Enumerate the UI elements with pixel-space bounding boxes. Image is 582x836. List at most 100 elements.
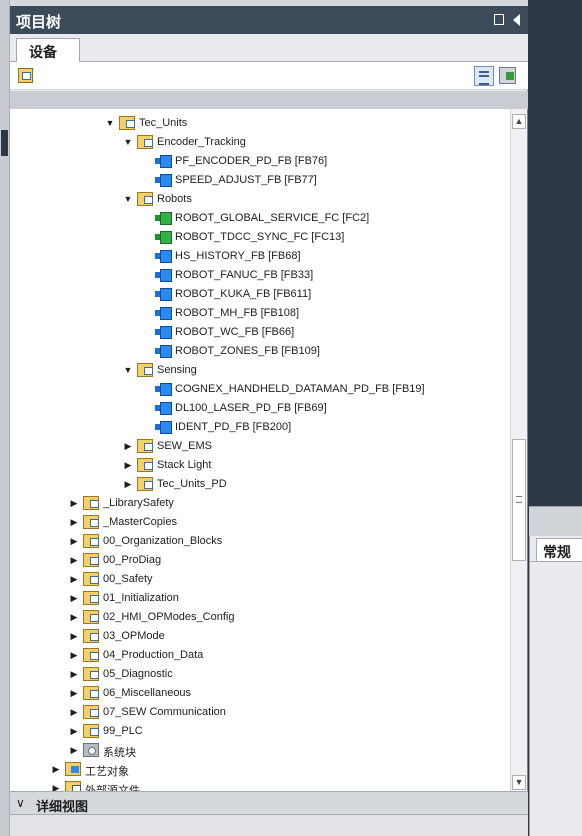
editor-area-background: [529, 0, 582, 506]
tree-item-folder[interactable]: ▶ Tec_Units_PD: [10, 475, 510, 494]
function-block-icon: [155, 173, 172, 187]
tree-item-block[interactable]: DL100_LASER_PD_FB [FB69]: [10, 399, 510, 418]
expand-right-icon[interactable]: ▶: [69, 688, 79, 698]
expand-right-icon[interactable]: ▶: [69, 498, 79, 508]
panel-title: 项目树: [16, 14, 62, 31]
tree-item-block[interactable]: SPEED_ADJUST_FB [FB77]: [10, 171, 510, 190]
panel-title-bar: 项目树: [10, 6, 528, 34]
folder-icon: [83, 496, 99, 510]
expand-down-icon[interactable]: ▼: [123, 137, 133, 147]
tree-item-folder[interactable]: ▶ 工艺对象: [10, 760, 510, 779]
expand-right-icon[interactable]: ▶: [69, 650, 79, 660]
tree-item-folder[interactable]: ▶ 01_Initialization: [10, 589, 510, 608]
inspector-divider[interactable]: [529, 506, 582, 536]
tree-item-label: COGNEX_HANDHELD_DATAMAN_PD_FB [FB19]: [175, 383, 425, 395]
float-panel-icon[interactable]: [494, 14, 504, 25]
collapse-panel-icon[interactable]: [513, 14, 520, 26]
tree-item-folder[interactable]: ▶ 系统块: [10, 741, 510, 760]
tree-item-block[interactable]: ROBOT_FANUC_FB [FB33]: [10, 266, 510, 285]
expand-right-icon[interactable]: ▶: [69, 707, 79, 717]
function-block-icon: [155, 287, 172, 301]
expand-right-icon[interactable]: ▶: [69, 612, 79, 622]
add-group-icon[interactable]: [18, 68, 33, 83]
tree-item-block[interactable]: ROBOT_WC_FB [FB66]: [10, 323, 510, 342]
tree-item-folder[interactable]: ▶ 04_Production_Data: [10, 646, 510, 665]
tree-item-block[interactable]: HS_HISTORY_FB [FB68]: [10, 247, 510, 266]
system-block-icon: [83, 743, 99, 757]
expand-right-icon[interactable]: ▶: [69, 574, 79, 584]
tree-item-label: 00_ProDiag: [103, 554, 162, 566]
tree-item-folder[interactable]: ▼ Robots: [10, 190, 510, 209]
expand-right-icon[interactable]: ▶: [51, 783, 61, 791]
tab-general[interactable]: 常规: [536, 538, 582, 562]
tree-item-folder[interactable]: ▶ 00_Safety: [10, 570, 510, 589]
tab-devices[interactable]: 设备: [16, 38, 80, 63]
expand-right-icon[interactable]: ▶: [69, 745, 79, 755]
tree-item-folder[interactable]: ▶ 05_Diagnostic: [10, 665, 510, 684]
save-layout-icon[interactable]: [499, 67, 516, 84]
tree-item-folder[interactable]: ▶ _MasterCopies: [10, 513, 510, 532]
left-edge-marker: [1, 130, 8, 156]
tree-item-block[interactable]: ROBOT_TDCC_SYNC_FC [FC13]: [10, 228, 510, 247]
tree-item-label: ROBOT_TDCC_SYNC_FC [FC13]: [175, 231, 345, 243]
tree-item-block[interactable]: ROBOT_MH_FB [FB108]: [10, 304, 510, 323]
expand-right-icon[interactable]: ▶: [51, 764, 61, 774]
tree-item-folder[interactable]: ▶ SEW_EMS: [10, 437, 510, 456]
expand-right-icon[interactable]: ▶: [123, 441, 133, 451]
tree-item-block[interactable]: ROBOT_KUKA_FB [FB611]: [10, 285, 510, 304]
expand-right-icon[interactable]: ▶: [69, 536, 79, 546]
tree-item-folder[interactable]: ▶ _LibrarySafety: [10, 494, 510, 513]
folder-icon: [83, 667, 99, 681]
expand-down-icon[interactable]: ▼: [123, 365, 133, 375]
expand-right-icon[interactable]: ▶: [123, 479, 133, 489]
tree-item-folder[interactable]: ▶ 06_Miscellaneous: [10, 684, 510, 703]
list-view-icon[interactable]: [474, 66, 494, 86]
folder-icon: [83, 610, 99, 624]
left-edge-strip: [0, 0, 10, 836]
expand-right-icon[interactable]: ▶: [69, 669, 79, 679]
expand-right-icon[interactable]: ▶: [69, 631, 79, 641]
expand-down-icon[interactable]: ▼: [123, 194, 133, 204]
tree-item-folder[interactable]: ▶ 00_ProDiag: [10, 551, 510, 570]
tree-item-folder[interactable]: ▶ 00_Organization_Blocks: [10, 532, 510, 551]
tree-vertical-scrollbar[interactable]: ▲ ▼: [510, 109, 527, 791]
folder-icon: [83, 553, 99, 567]
tree-item-folder[interactable]: ▶ 07_SEW Communication: [10, 703, 510, 722]
tree-item-folder[interactable]: ▶ 02_HMI_OPModes_Config: [10, 608, 510, 627]
tree-item-folder[interactable]: ▼ Sensing: [10, 361, 510, 380]
expand-right-icon[interactable]: ▶: [69, 593, 79, 603]
details-view-header[interactable]: ∨ 详细视图: [10, 791, 528, 815]
folder-icon: [83, 591, 99, 605]
function-block-icon: [155, 249, 172, 263]
folder-icon: [119, 116, 135, 130]
tree-item-label: SPEED_ADJUST_FB [FB77]: [175, 174, 317, 186]
tree-item-folder[interactable]: ▼ Encoder_Tracking: [10, 133, 510, 152]
tree-item-block[interactable]: PF_ENCODER_PD_FB [FB76]: [10, 152, 510, 171]
project-tree-panel: 项目树 设备 ▼ Tec_Units ▼ Encoder_Tracking PF_ENC…: [10, 6, 528, 836]
scroll-down-button[interactable]: ▼: [512, 775, 526, 790]
expand-right-icon[interactable]: ▶: [69, 555, 79, 565]
tree-item-block[interactable]: ROBOT_GLOBAL_SERVICE_FC [FC2]: [10, 209, 510, 228]
tree-item-label: 外部源文件: [85, 785, 140, 791]
tree-item-folder[interactable]: ▶ Stack Light: [10, 456, 510, 475]
tree-item-label: 工艺对象: [85, 766, 129, 778]
tree-item-folder[interactable]: ▶ 外部源文件: [10, 779, 510, 791]
chevron-down-icon[interactable]: ∨: [16, 796, 25, 810]
scroll-thumb[interactable]: [512, 439, 526, 561]
tree-item-folder[interactable]: ▶ 03_OPMode: [10, 627, 510, 646]
function-block-icon: [155, 268, 172, 282]
expand-right-icon[interactable]: ▶: [69, 726, 79, 736]
external-source-icon: [65, 781, 81, 791]
expand-right-icon[interactable]: ▶: [69, 517, 79, 527]
scroll-up-button[interactable]: ▲: [512, 114, 526, 129]
expand-right-icon[interactable]: ▶: [123, 460, 133, 470]
tree-item-label: Robots: [157, 193, 192, 205]
tree-item-folder[interactable]: ▼ Tec_Units: [10, 114, 510, 133]
tree-item-block[interactable]: ROBOT_ZONES_FB [FB109]: [10, 342, 510, 361]
tree-item-block[interactable]: IDENT_PD_FB [FB200]: [10, 418, 510, 437]
details-view-label: 详细视图: [36, 799, 89, 814]
tree-item-folder[interactable]: ▶ 99_PLC: [10, 722, 510, 741]
expand-down-icon[interactable]: ▼: [105, 118, 115, 128]
folder-icon: [137, 477, 153, 491]
tree-item-block[interactable]: COGNEX_HANDHELD_DATAMAN_PD_FB [FB19]: [10, 380, 510, 399]
